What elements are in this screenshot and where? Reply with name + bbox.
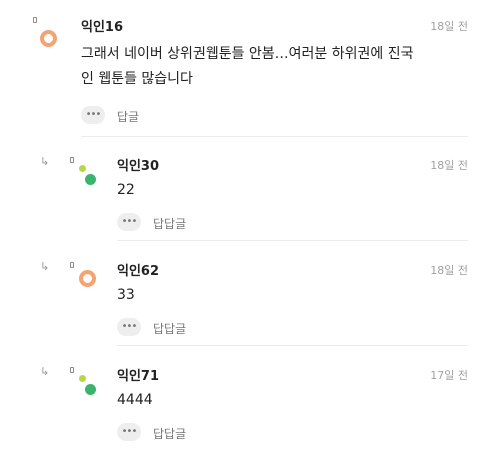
comment-nickname[interactable]: 익인71 bbox=[117, 365, 159, 384]
divider bbox=[81, 136, 468, 137]
comment-text-line: 인 웹툰들 많습니다 bbox=[81, 71, 193, 87]
reply-button[interactable]: 답답글 bbox=[153, 320, 186, 337]
avatar bbox=[79, 270, 96, 287]
reply-button[interactable]: 답답글 bbox=[153, 215, 186, 232]
reply-arrow-icon: ↳ bbox=[40, 155, 50, 168]
avatar bbox=[79, 165, 99, 187]
comment-nickname[interactable]: 익인30 bbox=[117, 155, 159, 174]
reply-button[interactable]: 답답글 bbox=[153, 425, 186, 442]
more-options-button[interactable]: ••• bbox=[81, 106, 105, 124]
comment-text: 그래서 네이버 상위권웹툰들 안봄…여러분 하위권에 진국 인 웹툰들 많습니다 bbox=[81, 42, 471, 92]
avatar-dot-dark bbox=[85, 384, 96, 395]
comment-nickname[interactable]: 익인16 bbox=[81, 16, 123, 35]
badge-icon bbox=[70, 262, 74, 268]
comment-reply: ↳ 익인30 18일 전 22 ••• 답답글 bbox=[0, 140, 496, 240]
more-options-button[interactable]: ••• bbox=[117, 213, 141, 231]
avatar-dot-dark bbox=[85, 174, 96, 185]
reply-arrow-icon: ↳ bbox=[40, 365, 50, 378]
comment-nickname[interactable]: 익인62 bbox=[117, 260, 159, 279]
comment-reply: ↳ 익인71 17일 전 4444 ••• 답답글 bbox=[0, 350, 496, 449]
avatar bbox=[79, 375, 99, 397]
reply-button[interactable]: 답글 bbox=[117, 108, 139, 125]
divider bbox=[117, 240, 468, 241]
comment-time: 18일 전 bbox=[430, 20, 468, 33]
badge-icon bbox=[33, 17, 37, 23]
reply-arrow-icon: ↳ bbox=[40, 260, 50, 273]
comment-text: 22 bbox=[117, 182, 135, 198]
avatar-dot-light bbox=[79, 375, 86, 382]
more-options-button[interactable]: ••• bbox=[117, 423, 141, 441]
avatar bbox=[40, 30, 57, 47]
comment-text-line: 그래서 네이버 상위권웹툰들 안봄…여러분 하위권에 진국 bbox=[81, 46, 414, 62]
comment-top-level: 익인16 18일 전 그래서 네이버 상위권웹툰들 안봄…여러분 하위권에 진국… bbox=[0, 0, 496, 140]
badge-icon bbox=[70, 157, 74, 163]
comment-time: 18일 전 bbox=[430, 264, 468, 277]
comment-time: 18일 전 bbox=[430, 159, 468, 172]
divider bbox=[117, 345, 468, 346]
comment-text: 33 bbox=[117, 287, 135, 303]
comment-text: 4444 bbox=[117, 392, 153, 408]
more-options-button[interactable]: ••• bbox=[117, 318, 141, 336]
badge-icon bbox=[70, 367, 74, 373]
avatar-dot-light bbox=[79, 165, 86, 172]
comment-reply: ↳ 익인62 18일 전 33 ••• 답답글 bbox=[0, 245, 496, 345]
comment-time: 17일 전 bbox=[430, 369, 468, 382]
